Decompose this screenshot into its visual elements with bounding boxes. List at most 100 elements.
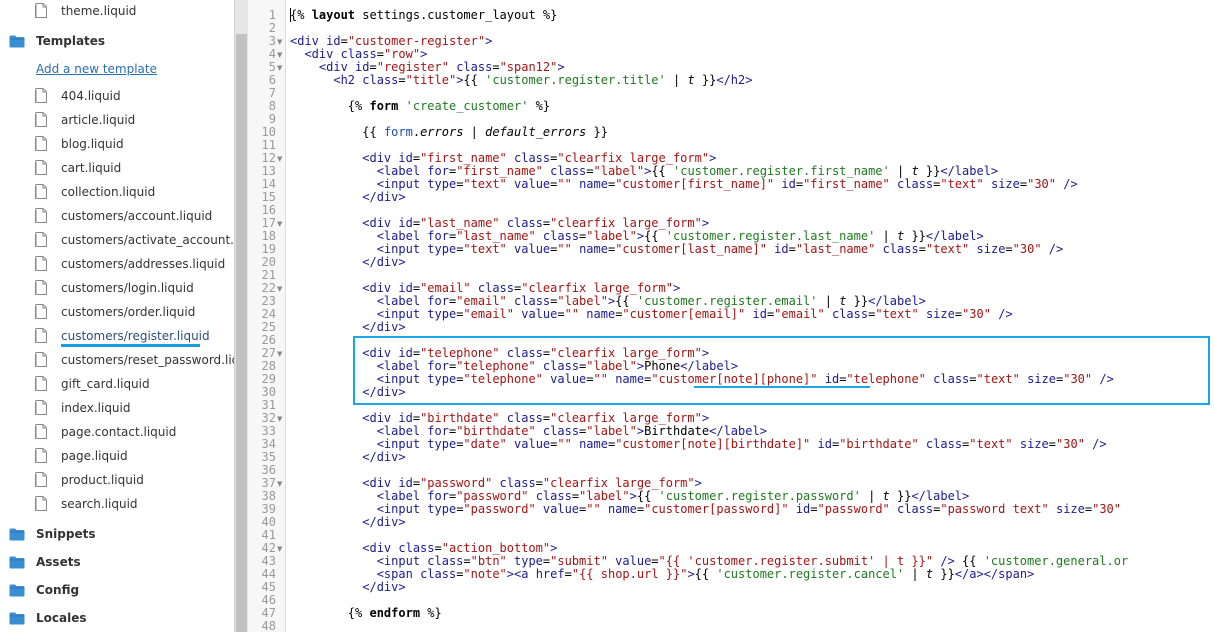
code-token: type: [427, 307, 457, 321]
folder-icon: [9, 612, 25, 625]
code-area[interactable]: {% layout settings.customer_layout %} <di…: [286, 0, 1214, 632]
file-icon: [35, 400, 47, 415]
file-item[interactable]: page.liquid: [0, 446, 234, 470]
fold-arrow-icon[interactable]: ▼: [277, 36, 285, 49]
code-token: {{: [463, 73, 486, 87]
code-token: t: [687, 73, 695, 87]
code-line: <input type="text" value="" name="custom…: [290, 178, 1078, 191]
fold-arrow-icon[interactable]: ▼: [277, 413, 285, 426]
file-item[interactable]: customers/activate_account.li: [0, 230, 234, 254]
code-token: "btn": [470, 554, 507, 568]
code-token: "": [557, 437, 572, 451]
file-icon: [35, 424, 47, 439]
file-label: product.liquid: [61, 473, 144, 487]
file-icon: [35, 136, 47, 151]
file-item[interactable]: theme.liquid: [0, 1, 234, 25]
file-item[interactable]: index.liquid: [0, 398, 234, 422]
file-item[interactable]: customers/addresses.liquid: [0, 254, 234, 278]
code-token: settings.customer_layout %}: [355, 8, 558, 22]
code-token: "label": [586, 229, 637, 243]
code-token: </label>: [911, 489, 970, 503]
folder-icon: [9, 528, 25, 541]
code-token: }}: [846, 294, 869, 308]
code-token: =: [535, 476, 543, 490]
text-cursor: [290, 8, 291, 22]
code-token: =: [340, 34, 348, 48]
code-token: {{: [615, 294, 637, 308]
fold-arrow-icon[interactable]: ▼: [277, 543, 285, 556]
code-token: "note": [463, 567, 507, 581]
fold-arrow-icon[interactable]: ▼: [277, 348, 285, 361]
folder-assets[interactable]: Assets: [0, 553, 234, 577]
folder-locales[interactable]: Locales: [0, 609, 234, 632]
code-token: |: [665, 73, 688, 87]
code-token: value: [514, 437, 551, 451]
code-token: </div>: [362, 580, 406, 594]
code-token: >: [701, 411, 710, 425]
code-token: <input: [376, 502, 428, 516]
file-item[interactable]: customers/register.liquid: [0, 326, 234, 350]
folder-label: Templates: [36, 34, 106, 48]
fold-arrow-icon[interactable]: ▼: [277, 62, 285, 75]
code-token: />: [1063, 177, 1078, 191]
file-icon: [35, 352, 47, 367]
fold-arrow-icon[interactable]: ▼: [277, 283, 285, 296]
code-line: <input type="date" value="" name="custom…: [290, 438, 1107, 451]
file-item[interactable]: collection.liquid: [0, 182, 234, 206]
folder-templates[interactable]: Templates: [0, 32, 234, 56]
file-item[interactable]: 404.liquid: [0, 86, 234, 110]
fold-arrow-icon[interactable]: ▼: [277, 49, 285, 62]
code-token: =: [918, 242, 926, 256]
file-item[interactable]: cart.liquid: [0, 158, 234, 182]
code-token: id: [326, 34, 341, 48]
file-item[interactable]: article.liquid: [0, 110, 234, 134]
file-label: customers/order.liquid: [61, 305, 196, 319]
file-label: search.liquid: [61, 497, 138, 511]
file-item[interactable]: customers/account.liquid: [0, 206, 234, 230]
code-token: {%: [347, 99, 370, 113]
fold-arrow-icon[interactable]: ▼: [277, 153, 285, 166]
file-item[interactable]: product.liquid: [0, 470, 234, 494]
file-item[interactable]: customers/order.liquid: [0, 302, 234, 326]
code-token: 'create_customer': [405, 99, 529, 113]
phone-name-underline: [694, 386, 870, 388]
code-token: id: [398, 476, 413, 490]
code-token: "birthdate": [420, 411, 500, 425]
code-editor[interactable]: 1 2 3 ▼ 4 ▼ 5 ▼ 6 7 8 9 10 11 12 ▼ 13 14 15 16 17 ▼ 18 19 20 21 22…: [248, 0, 1214, 632]
code-line: {% form 'create_customer' %}: [290, 100, 550, 113]
sidebar-scrollbar[interactable]: [234, 0, 248, 632]
folder-snippets[interactable]: Snippets: [0, 525, 234, 549]
file-item[interactable]: customers/reset_password.liq: [0, 350, 234, 374]
code-token: class: [499, 476, 536, 490]
add-template-link[interactable]: Add a new template: [36, 62, 157, 76]
file-label: customers/activate_account.li: [61, 233, 234, 247]
file-item[interactable]: page.contact.liquid: [0, 422, 234, 446]
code-token: value: [542, 502, 580, 516]
folder-config[interactable]: Config: [0, 581, 234, 605]
file-icon: [35, 3, 47, 18]
file-item[interactable]: blog.liquid: [0, 134, 234, 158]
fold-arrow-icon[interactable]: ▼: [277, 218, 285, 231]
code-token: =: [412, 476, 421, 490]
file-item[interactable]: gift_card.liquid: [0, 374, 234, 398]
code-token: =: [586, 164, 594, 178]
code-token: "label": [593, 164, 645, 178]
code-token: |: [860, 489, 883, 503]
folder-label: Assets: [36, 555, 81, 569]
fold-arrow-icon[interactable]: ▼: [277, 478, 285, 491]
code-token: <div: [362, 151, 399, 165]
sidebar-scrollbar-thumb[interactable]: [236, 34, 247, 632]
file-item[interactable]: customers/login.liquid: [0, 278, 234, 302]
file-item[interactable]: search.liquid: [0, 494, 234, 518]
code-token: class: [831, 307, 869, 321]
code-token: {{: [694, 567, 717, 581]
code-token: "{{ shop.url }}": [571, 567, 688, 581]
